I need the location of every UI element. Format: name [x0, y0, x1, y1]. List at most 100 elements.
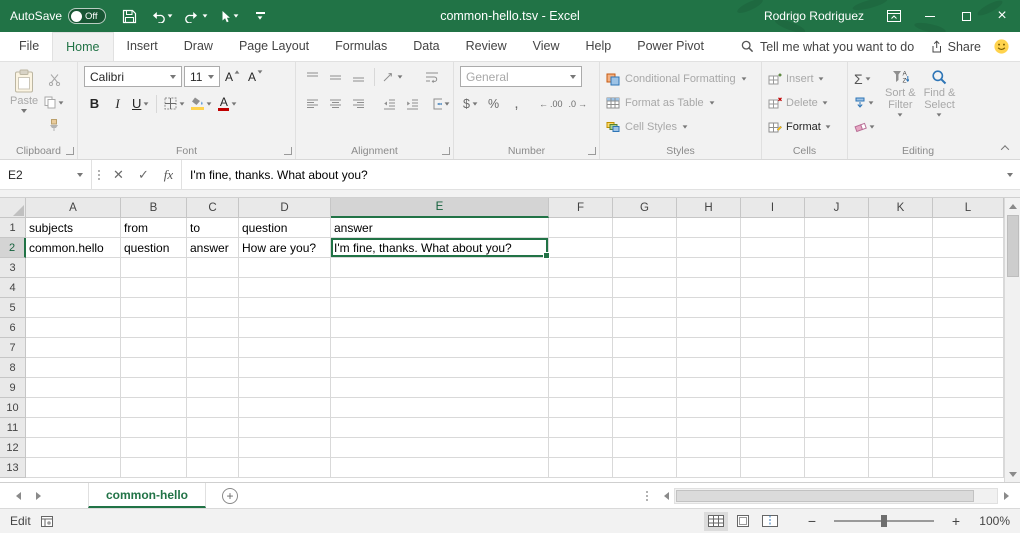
- cell-C4[interactable]: [187, 278, 239, 298]
- cell-B4[interactable]: [121, 278, 187, 298]
- zoom-slider-thumb[interactable]: [881, 515, 887, 527]
- scroll-down-button[interactable]: [1005, 466, 1020, 482]
- cell-A8[interactable]: [26, 358, 121, 378]
- page-break-preview-button[interactable]: [758, 512, 782, 531]
- cell-H7[interactable]: [677, 338, 741, 358]
- cell-I5[interactable]: [741, 298, 805, 318]
- cell-I6[interactable]: [741, 318, 805, 338]
- cell-H5[interactable]: [677, 298, 741, 318]
- cell-D1[interactable]: question: [239, 218, 331, 238]
- cell-G11[interactable]: [613, 418, 677, 438]
- cell-G13[interactable]: [613, 458, 677, 478]
- page-layout-view-button[interactable]: [731, 512, 755, 531]
- autosum-button[interactable]: Σ: [854, 67, 875, 91]
- cell-K12[interactable]: [869, 438, 933, 458]
- feedback-smiley-button[interactable]: [989, 32, 1020, 61]
- column-header-K[interactable]: K: [869, 198, 933, 218]
- scroll-right-button[interactable]: [998, 488, 1014, 504]
- comma-style-button[interactable]: ,: [506, 93, 527, 114]
- cell-J10[interactable]: [805, 398, 869, 418]
- format-painter-button[interactable]: [42, 115, 66, 136]
- cell-L4[interactable]: [933, 278, 1004, 298]
- column-header-B[interactable]: B: [121, 198, 187, 218]
- autosave-toggle[interactable]: AutoSave Off: [10, 8, 106, 24]
- cell-L10[interactable]: [933, 398, 1004, 418]
- cell-L2[interactable]: [933, 238, 1004, 258]
- cell-F12[interactable]: [549, 438, 613, 458]
- user-name[interactable]: Rodrigo Rodriguez: [764, 9, 864, 23]
- cell-L3[interactable]: [933, 258, 1004, 278]
- cell-I9[interactable]: [741, 378, 805, 398]
- sheet-nav-right-button[interactable]: [28, 483, 48, 508]
- cell-F3[interactable]: [549, 258, 613, 278]
- cell-E13[interactable]: [331, 458, 549, 478]
- format-as-table-button[interactable]: Format as Table: [606, 91, 747, 115]
- cell-B10[interactable]: [121, 398, 187, 418]
- cell-D7[interactable]: [239, 338, 331, 358]
- column-header-F[interactable]: F: [549, 198, 613, 218]
- cell-H2[interactable]: [677, 238, 741, 258]
- cell-B1[interactable]: from: [121, 218, 187, 238]
- cell-A13[interactable]: [26, 458, 121, 478]
- cell-F6[interactable]: [549, 318, 613, 338]
- tab-draw[interactable]: Draw: [171, 32, 226, 61]
- cell-B11[interactable]: [121, 418, 187, 438]
- touch-mode-button[interactable]: [216, 0, 243, 32]
- font-name-combo[interactable]: Calibri: [84, 66, 182, 87]
- cell-K4[interactable]: [869, 278, 933, 298]
- close-button[interactable]: ×: [984, 0, 1020, 32]
- cell-J3[interactable]: [805, 258, 869, 278]
- cell-E5[interactable]: [331, 298, 549, 318]
- format-cells-button[interactable]: Format: [768, 115, 831, 139]
- cell-D4[interactable]: [239, 278, 331, 298]
- decrease-decimal-button[interactable]: .0→: [567, 93, 590, 114]
- cell-L1[interactable]: [933, 218, 1004, 238]
- cell-D11[interactable]: [239, 418, 331, 438]
- font-color-button[interactable]: A: [216, 93, 239, 114]
- cell-L13[interactable]: [933, 458, 1004, 478]
- insert-function-button[interactable]: fx: [156, 160, 181, 189]
- column-header-D[interactable]: D: [239, 198, 331, 218]
- cell-D12[interactable]: [239, 438, 331, 458]
- column-header-I[interactable]: I: [741, 198, 805, 218]
- cell-D9[interactable]: [239, 378, 331, 398]
- decrease-indent-button[interactable]: [379, 93, 400, 114]
- cell-E7[interactable]: [331, 338, 549, 358]
- cell-I12[interactable]: [741, 438, 805, 458]
- cell-D13[interactable]: [239, 458, 331, 478]
- row-header-2[interactable]: 2: [0, 238, 26, 258]
- sheet-tab-common-hello[interactable]: common-hello: [88, 483, 206, 508]
- cell-F4[interactable]: [549, 278, 613, 298]
- column-header-J[interactable]: J: [805, 198, 869, 218]
- cell-A9[interactable]: [26, 378, 121, 398]
- cell-I7[interactable]: [741, 338, 805, 358]
- cell-L6[interactable]: [933, 318, 1004, 338]
- horizontal-scroll-thumb[interactable]: [676, 490, 974, 502]
- cell-L12[interactable]: [933, 438, 1004, 458]
- cell-J7[interactable]: [805, 338, 869, 358]
- sort-filter-button[interactable]: AZ Sort &Filter: [881, 66, 920, 120]
- cell-C12[interactable]: [187, 438, 239, 458]
- cell-D2[interactable]: How are you?: [239, 238, 331, 258]
- name-box-splitter[interactable]: [98, 170, 100, 180]
- cell-K8[interactable]: [869, 358, 933, 378]
- cell-G4[interactable]: [613, 278, 677, 298]
- share-button[interactable]: Share: [922, 32, 989, 61]
- cell-B7[interactable]: [121, 338, 187, 358]
- row-header-4[interactable]: 4: [0, 278, 26, 298]
- align-top-button[interactable]: [302, 66, 323, 87]
- tab-data[interactable]: Data: [400, 32, 452, 61]
- cell-C6[interactable]: [187, 318, 239, 338]
- font-dialog-launcher[interactable]: [284, 147, 292, 155]
- maximize-button[interactable]: [948, 0, 984, 32]
- formula-input[interactable]: I'm fine, thanks. What about you?: [181, 160, 1000, 189]
- cell-D5[interactable]: [239, 298, 331, 318]
- zoom-out-button[interactable]: −: [804, 513, 820, 529]
- cell-F1[interactable]: [549, 218, 613, 238]
- cell-H4[interactable]: [677, 278, 741, 298]
- cell-C3[interactable]: [187, 258, 239, 278]
- normal-view-button[interactable]: [704, 512, 728, 531]
- cell-E9[interactable]: [331, 378, 549, 398]
- cell-C8[interactable]: [187, 358, 239, 378]
- cell-J4[interactable]: [805, 278, 869, 298]
